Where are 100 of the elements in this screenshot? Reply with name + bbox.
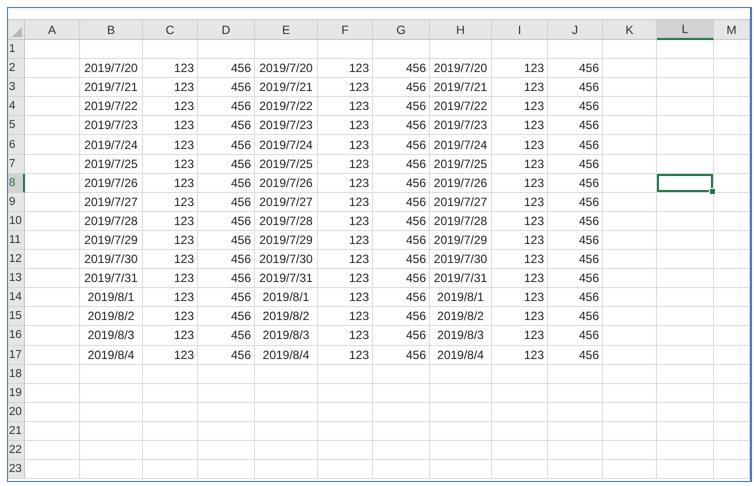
empty-cell[interactable] [714, 135, 750, 155]
empty-cell[interactable] [80, 440, 143, 460]
empty-cell[interactable] [198, 402, 255, 422]
empty-cell[interactable] [714, 78, 750, 98]
empty-cell[interactable] [714, 174, 750, 193]
empty-cell[interactable] [198, 422, 255, 441]
empty-cell[interactable] [714, 230, 750, 250]
empty-cell[interactable] [80, 402, 143, 422]
empty-cell[interactable] [603, 174, 657, 193]
empty-cell[interactable] [318, 40, 373, 60]
empty-cell[interactable] [318, 384, 373, 403]
empty-cell[interactable] [657, 346, 714, 365]
row-header[interactable]: 7 [8, 154, 25, 174]
empty-cell[interactable] [657, 59, 714, 78]
empty-cell[interactable] [714, 212, 750, 231]
empty-cell[interactable] [198, 460, 255, 480]
empty-cell[interactable] [143, 402, 198, 422]
empty-cell[interactable] [430, 422, 492, 441]
empty-cell[interactable] [318, 402, 373, 422]
column-header[interactable]: K [603, 20, 657, 40]
empty-cell[interactable] [198, 364, 255, 384]
empty-cell[interactable] [603, 154, 657, 174]
empty-cell[interactable] [714, 192, 750, 212]
column-header[interactable]: H [430, 20, 492, 40]
row-header[interactable]: 11 [8, 230, 25, 250]
row-header[interactable]: 15 [8, 307, 25, 326]
column-header[interactable]: A [25, 20, 80, 40]
empty-cell[interactable] [657, 269, 714, 288]
empty-cell[interactable] [255, 440, 318, 460]
empty-cell[interactable] [603, 269, 657, 288]
empty-cell[interactable] [603, 422, 657, 441]
empty-cell[interactable] [255, 422, 318, 441]
row-header[interactable]: 2 [8, 59, 25, 78]
empty-cell[interactable] [373, 422, 430, 441]
empty-cell[interactable] [657, 460, 714, 480]
row-header[interactable]: 1 [8, 40, 25, 60]
row-header[interactable]: 22 [8, 440, 25, 460]
empty-cell[interactable] [714, 364, 750, 384]
empty-cell[interactable] [373, 440, 430, 460]
empty-cell[interactable] [714, 307, 750, 326]
empty-cell[interactable] [603, 307, 657, 326]
empty-cell[interactable] [430, 364, 492, 384]
empty-cell[interactable] [657, 212, 714, 231]
row-header[interactable]: 18 [8, 364, 25, 384]
empty-cell[interactable] [548, 384, 603, 403]
empty-cell[interactable] [657, 307, 714, 326]
empty-cell[interactable] [318, 440, 373, 460]
row-header[interactable]: 4 [8, 97, 25, 116]
column-header[interactable]: C [143, 20, 198, 40]
row-header[interactable]: 12 [8, 250, 25, 270]
empty-cell[interactable] [548, 364, 603, 384]
column-header[interactable]: J [548, 20, 603, 40]
empty-cell[interactable] [714, 97, 750, 116]
empty-cell[interactable] [430, 440, 492, 460]
empty-cell[interactable] [373, 384, 430, 403]
empty-cell[interactable] [714, 40, 750, 60]
empty-cell[interactable] [714, 288, 750, 308]
empty-cell[interactable] [80, 364, 143, 384]
empty-cell[interactable] [714, 460, 750, 480]
empty-cell[interactable] [255, 402, 318, 422]
empty-cell[interactable] [657, 402, 714, 422]
empty-cell[interactable] [80, 460, 143, 480]
row-header[interactable]: 13 [8, 269, 25, 288]
row-header[interactable]: 8 [8, 174, 25, 193]
empty-cell[interactable] [603, 346, 657, 365]
empty-cell[interactable] [318, 422, 373, 441]
row-header[interactable]: 3 [8, 78, 25, 98]
empty-cell[interactable] [143, 440, 198, 460]
empty-cell[interactable] [548, 422, 603, 441]
empty-cell[interactable] [714, 346, 750, 365]
empty-cell[interactable] [714, 440, 750, 460]
empty-cell[interactable] [603, 59, 657, 78]
empty-cell[interactable] [603, 97, 657, 116]
empty-cell[interactable] [373, 402, 430, 422]
row-header[interactable]: 5 [8, 116, 25, 136]
empty-cell[interactable] [603, 288, 657, 308]
empty-cell[interactable] [143, 460, 198, 480]
empty-cell[interactable] [492, 40, 548, 60]
empty-cell[interactable] [657, 40, 714, 60]
empty-cell[interactable] [143, 364, 198, 384]
empty-cell[interactable] [548, 440, 603, 460]
row-header[interactable]: 10 [8, 212, 25, 231]
empty-cell[interactable] [657, 250, 714, 270]
column-header[interactable]: I [492, 20, 548, 40]
empty-cell[interactable] [492, 422, 548, 441]
empty-cell[interactable] [255, 364, 318, 384]
column-header[interactable]: D [198, 20, 255, 40]
row-header[interactable]: 19 [8, 384, 25, 403]
empty-cell[interactable] [198, 440, 255, 460]
selected-cell[interactable] [657, 174, 714, 193]
empty-cell[interactable] [548, 402, 603, 422]
row-header[interactable]: 16 [8, 326, 25, 346]
empty-cell[interactable] [657, 326, 714, 346]
empty-cell[interactable] [373, 460, 430, 480]
column-header[interactable]: E [255, 20, 318, 40]
empty-cell[interactable] [603, 78, 657, 98]
empty-cell[interactable] [603, 135, 657, 155]
empty-cell[interactable] [603, 250, 657, 270]
empty-cell[interactable] [80, 384, 143, 403]
empty-cell[interactable] [373, 364, 430, 384]
